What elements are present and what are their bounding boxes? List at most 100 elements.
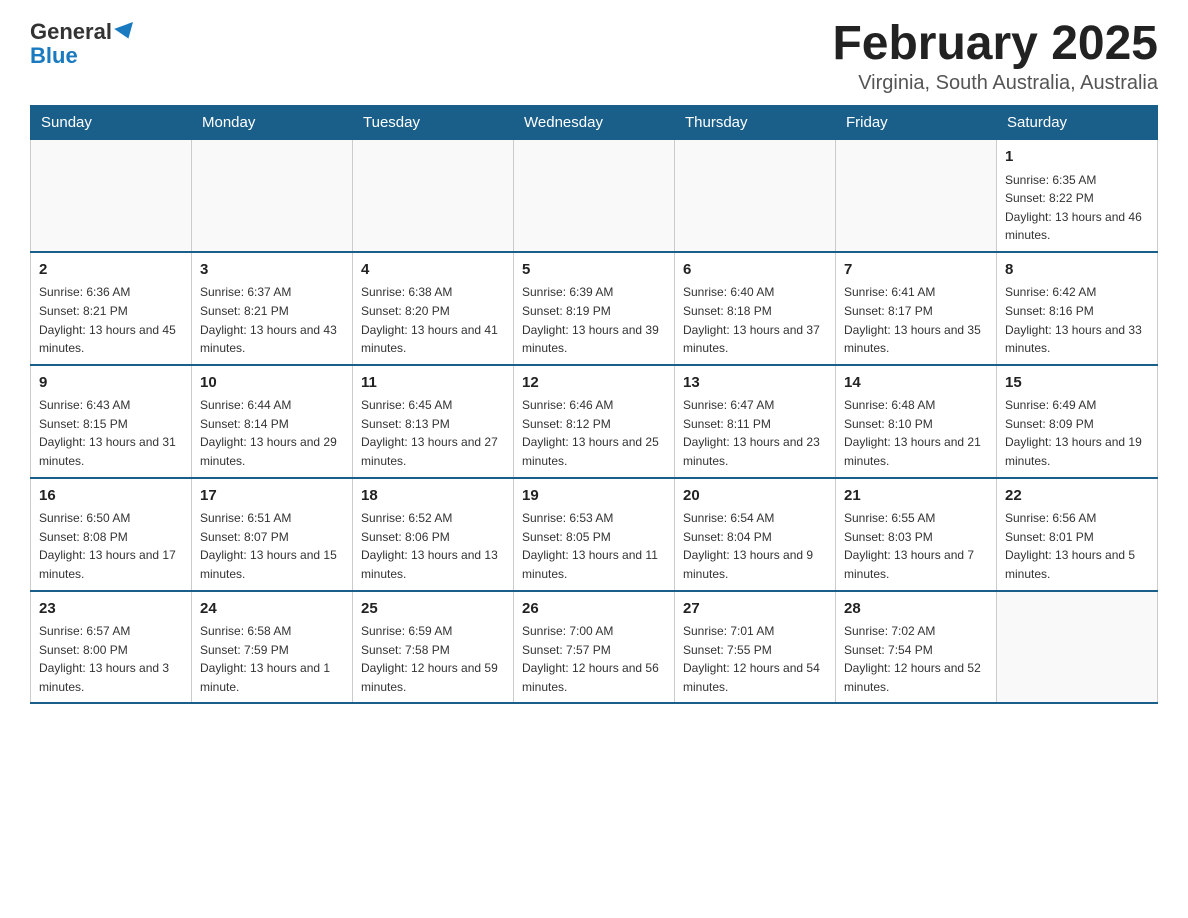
calendar-week-row: 1Sunrise: 6:35 AMSunset: 8:22 PMDaylight…: [31, 140, 1158, 252]
day-number: 20: [683, 485, 827, 508]
weekday-header-row: Sunday Monday Tuesday Wednesday Thursday…: [31, 106, 1158, 140]
day-number: 13: [683, 372, 827, 395]
day-info: Sunrise: 7:01 AMSunset: 7:55 PMDaylight:…: [683, 622, 827, 696]
logo-triangle-icon: [114, 22, 138, 42]
day-number: 14: [844, 372, 988, 395]
day-number: 7: [844, 259, 988, 282]
day-number: 16: [39, 485, 183, 508]
calendar-header: Sunday Monday Tuesday Wednesday Thursday…: [31, 106, 1158, 140]
header-monday: Monday: [192, 106, 353, 140]
calendar-cell: 1Sunrise: 6:35 AMSunset: 8:22 PMDaylight…: [997, 140, 1158, 252]
calendar-week-row: 2Sunrise: 6:36 AMSunset: 8:21 PMDaylight…: [31, 252, 1158, 365]
calendar-cell: 26Sunrise: 7:00 AMSunset: 7:57 PMDayligh…: [514, 591, 675, 704]
day-info: Sunrise: 6:36 AMSunset: 8:21 PMDaylight:…: [39, 283, 183, 357]
day-number: 4: [361, 259, 505, 282]
calendar-week-row: 23Sunrise: 6:57 AMSunset: 8:00 PMDayligh…: [31, 591, 1158, 704]
calendar-cell: 9Sunrise: 6:43 AMSunset: 8:15 PMDaylight…: [31, 365, 192, 478]
calendar-title: February 2025: [832, 20, 1158, 68]
calendar-cell: 2Sunrise: 6:36 AMSunset: 8:21 PMDaylight…: [31, 252, 192, 365]
calendar-cell: 6Sunrise: 6:40 AMSunset: 8:18 PMDaylight…: [675, 252, 836, 365]
day-info: Sunrise: 6:47 AMSunset: 8:11 PMDaylight:…: [683, 396, 827, 470]
calendar-cell: 8Sunrise: 6:42 AMSunset: 8:16 PMDaylight…: [997, 252, 1158, 365]
calendar-cell: 3Sunrise: 6:37 AMSunset: 8:21 PMDaylight…: [192, 252, 353, 365]
day-info: Sunrise: 6:38 AMSunset: 8:20 PMDaylight:…: [361, 283, 505, 357]
calendar-week-row: 9Sunrise: 6:43 AMSunset: 8:15 PMDaylight…: [31, 365, 1158, 478]
calendar-cell: 14Sunrise: 6:48 AMSunset: 8:10 PMDayligh…: [836, 365, 997, 478]
calendar-cell: 20Sunrise: 6:54 AMSunset: 8:04 PMDayligh…: [675, 478, 836, 591]
header-tuesday: Tuesday: [353, 106, 514, 140]
day-info: Sunrise: 6:59 AMSunset: 7:58 PMDaylight:…: [361, 622, 505, 696]
title-block: February 2025 Virginia, South Australia,…: [832, 20, 1158, 95]
day-number: 8: [1005, 259, 1149, 282]
calendar-week-row: 16Sunrise: 6:50 AMSunset: 8:08 PMDayligh…: [31, 478, 1158, 591]
day-info: Sunrise: 6:45 AMSunset: 8:13 PMDaylight:…: [361, 396, 505, 470]
day-number: 12: [522, 372, 666, 395]
day-info: Sunrise: 6:51 AMSunset: 8:07 PMDaylight:…: [200, 509, 344, 583]
day-info: Sunrise: 6:54 AMSunset: 8:04 PMDaylight:…: [683, 509, 827, 583]
day-number: 6: [683, 259, 827, 282]
day-number: 15: [1005, 372, 1149, 395]
calendar-cell: 18Sunrise: 6:52 AMSunset: 8:06 PMDayligh…: [353, 478, 514, 591]
calendar-cell: [675, 140, 836, 252]
day-info: Sunrise: 7:00 AMSunset: 7:57 PMDaylight:…: [522, 622, 666, 696]
calendar-subtitle: Virginia, South Australia, Australia: [832, 72, 1158, 95]
day-number: 26: [522, 598, 666, 621]
day-info: Sunrise: 6:44 AMSunset: 8:14 PMDaylight:…: [200, 396, 344, 470]
day-info: Sunrise: 6:40 AMSunset: 8:18 PMDaylight:…: [683, 283, 827, 357]
day-info: Sunrise: 6:37 AMSunset: 8:21 PMDaylight:…: [200, 283, 344, 357]
day-info: Sunrise: 6:49 AMSunset: 8:09 PMDaylight:…: [1005, 396, 1149, 470]
day-info: Sunrise: 6:46 AMSunset: 8:12 PMDaylight:…: [522, 396, 666, 470]
calendar-cell: [353, 140, 514, 252]
day-info: Sunrise: 6:52 AMSunset: 8:06 PMDaylight:…: [361, 509, 505, 583]
day-number: 5: [522, 259, 666, 282]
calendar-cell: [514, 140, 675, 252]
calendar-cell: [31, 140, 192, 252]
calendar-cell: 10Sunrise: 6:44 AMSunset: 8:14 PMDayligh…: [192, 365, 353, 478]
calendar-cell: 23Sunrise: 6:57 AMSunset: 8:00 PMDayligh…: [31, 591, 192, 704]
calendar-cell: 16Sunrise: 6:50 AMSunset: 8:08 PMDayligh…: [31, 478, 192, 591]
calendar-table: Sunday Monday Tuesday Wednesday Thursday…: [30, 105, 1158, 704]
day-info: Sunrise: 6:41 AMSunset: 8:17 PMDaylight:…: [844, 283, 988, 357]
calendar-cell: [997, 591, 1158, 704]
day-number: 19: [522, 485, 666, 508]
logo-general-text: General: [30, 20, 112, 44]
calendar-cell: 12Sunrise: 6:46 AMSunset: 8:12 PMDayligh…: [514, 365, 675, 478]
calendar-cell: 15Sunrise: 6:49 AMSunset: 8:09 PMDayligh…: [997, 365, 1158, 478]
day-info: Sunrise: 6:55 AMSunset: 8:03 PMDaylight:…: [844, 509, 988, 583]
calendar-cell: 11Sunrise: 6:45 AMSunset: 8:13 PMDayligh…: [353, 365, 514, 478]
calendar-cell: 22Sunrise: 6:56 AMSunset: 8:01 PMDayligh…: [997, 478, 1158, 591]
calendar-cell: 28Sunrise: 7:02 AMSunset: 7:54 PMDayligh…: [836, 591, 997, 704]
day-number: 21: [844, 485, 988, 508]
calendar-cell: [836, 140, 997, 252]
day-info: Sunrise: 6:53 AMSunset: 8:05 PMDaylight:…: [522, 509, 666, 583]
day-number: 23: [39, 598, 183, 621]
day-number: 11: [361, 372, 505, 395]
day-number: 22: [1005, 485, 1149, 508]
calendar-cell: 24Sunrise: 6:58 AMSunset: 7:59 PMDayligh…: [192, 591, 353, 704]
day-info: Sunrise: 6:58 AMSunset: 7:59 PMDaylight:…: [200, 622, 344, 696]
header-thursday: Thursday: [675, 106, 836, 140]
logo: General Blue: [30, 20, 136, 68]
calendar-cell: 27Sunrise: 7:01 AMSunset: 7:55 PMDayligh…: [675, 591, 836, 704]
day-number: 3: [200, 259, 344, 282]
header-friday: Friday: [836, 106, 997, 140]
day-number: 25: [361, 598, 505, 621]
calendar-cell: 17Sunrise: 6:51 AMSunset: 8:07 PMDayligh…: [192, 478, 353, 591]
calendar-cell: 21Sunrise: 6:55 AMSunset: 8:03 PMDayligh…: [836, 478, 997, 591]
day-info: Sunrise: 6:43 AMSunset: 8:15 PMDaylight:…: [39, 396, 183, 470]
day-info: Sunrise: 6:57 AMSunset: 8:00 PMDaylight:…: [39, 622, 183, 696]
day-info: Sunrise: 6:48 AMSunset: 8:10 PMDaylight:…: [844, 396, 988, 470]
day-number: 28: [844, 598, 988, 621]
day-number: 2: [39, 259, 183, 282]
day-number: 27: [683, 598, 827, 621]
day-info: Sunrise: 6:39 AMSunset: 8:19 PMDaylight:…: [522, 283, 666, 357]
calendar-cell: 4Sunrise: 6:38 AMSunset: 8:20 PMDaylight…: [353, 252, 514, 365]
day-number: 1: [1005, 146, 1149, 169]
calendar-cell: 25Sunrise: 6:59 AMSunset: 7:58 PMDayligh…: [353, 591, 514, 704]
day-info: Sunrise: 6:42 AMSunset: 8:16 PMDaylight:…: [1005, 283, 1149, 357]
logo-blue-text: Blue: [30, 44, 136, 68]
header-saturday: Saturday: [997, 106, 1158, 140]
page-header: General Blue February 2025 Virginia, Sou…: [30, 20, 1158, 95]
calendar-cell: 13Sunrise: 6:47 AMSunset: 8:11 PMDayligh…: [675, 365, 836, 478]
day-number: 10: [200, 372, 344, 395]
